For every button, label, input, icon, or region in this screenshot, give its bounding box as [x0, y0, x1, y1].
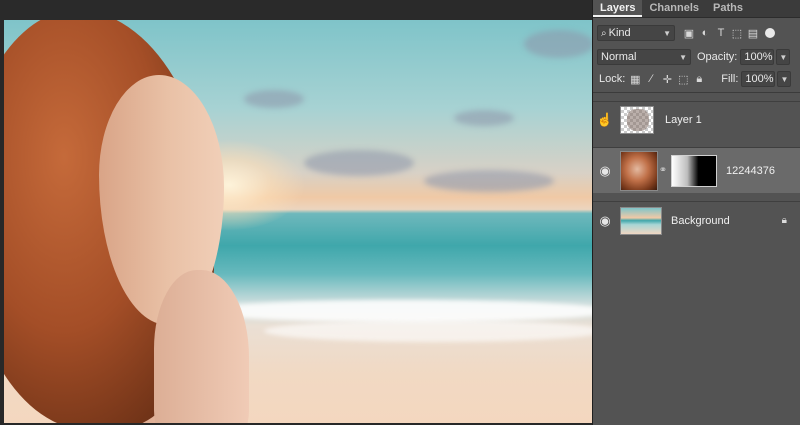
lock-image-pixels-icon[interactable]: ∕ [643, 73, 659, 85]
lock-position-icon[interactable]: ✛ [659, 73, 675, 86]
tab-layers[interactable]: Layers [593, 0, 643, 17]
opacity-label: Opacity: [697, 51, 738, 63]
image-filter-icon[interactable]: ▣ [681, 27, 697, 40]
artboard-nesting-icon[interactable]: ⬚ [675, 73, 691, 86]
panel-tabs: Layers Channels Paths [593, 0, 800, 18]
cloud [244, 90, 304, 108]
chevron-down-icon: ▼ [779, 52, 788, 62]
canvas-area[interactable] [0, 0, 592, 425]
type-filter-icon[interactable]: T [713, 27, 729, 39]
chevron-down-icon: ▼ [780, 74, 789, 84]
adjustment-filter-icon[interactable]: ◐ [697, 27, 713, 39]
lock-icon: 🔒︎ [781, 215, 787, 226]
layer-name[interactable]: Layer 1 [665, 114, 702, 126]
filter-row: ⌕ Kind ▼ ▣ ◐ T ⬚ ▤ [593, 22, 800, 44]
chevron-down-icon: ▼ [679, 52, 687, 62]
lock-label: Lock: [599, 73, 626, 85]
cloud [524, 30, 592, 58]
opacity-dropdown-button[interactable]: ▼ [776, 49, 791, 65]
tab-channels[interactable]: Channels [642, 0, 706, 17]
blend-row: Normal ▼ Opacity: 100% ▼ [593, 46, 800, 68]
panel-divider [593, 92, 800, 93]
search-icon: ⌕ [601, 27, 607, 39]
layer-row-background[interactable]: ◉ Background 🔒︎ [593, 201, 800, 239]
fill-input[interactable]: 100% [741, 71, 776, 87]
eye-icon[interactable]: ◉ [593, 213, 617, 229]
cloud [454, 110, 514, 126]
shape-filter-icon[interactable]: ⬚ [729, 27, 745, 40]
link-chain-icon[interactable]: ⚭ [658, 165, 668, 176]
layer-row-12244376[interactable]: ◉ ⚭ 12244376 [593, 147, 800, 193]
filter-kind-select[interactable]: ⌕ Kind ▼ [597, 25, 675, 41]
tab-paths[interactable]: Paths [706, 0, 750, 17]
fill-value: 100% [745, 73, 774, 85]
layers-panel: Layers Channels Paths ⌕ Kind ▼ ▣ ◐ T ⬚ ▤… [592, 0, 800, 425]
blend-mode-value: Normal [601, 51, 637, 63]
chevron-down-icon: ▼ [663, 28, 671, 38]
layer-thumbnail[interactable] [620, 206, 662, 235]
layer-thumbnail[interactable] [620, 150, 658, 191]
document-image[interactable] [4, 20, 592, 423]
figure-hand [154, 270, 249, 423]
layer-thumbnail[interactable] [620, 106, 654, 134]
layer-name[interactable]: Background [671, 215, 730, 227]
filter-kind-value: Kind [608, 27, 631, 39]
fill-dropdown-button[interactable]: ▼ [777, 71, 792, 87]
eye-icon[interactable]: ◉ [593, 163, 617, 179]
canvas-top-strip [0, 0, 592, 20]
wave-foam [264, 320, 592, 342]
layer-mask-thumbnail[interactable] [671, 154, 717, 187]
smart-object-filter-icon[interactable]: ▤ [745, 27, 761, 40]
layer-name[interactable]: 12244376 [726, 165, 775, 177]
opacity-value: 100% [744, 51, 773, 63]
lock-all-icon[interactable]: 🔒︎ [691, 73, 707, 86]
layer-row-layer-1[interactable]: ☝ Layer 1 [593, 101, 800, 138]
cloud [304, 150, 414, 176]
filter-toggle[interactable] [765, 28, 775, 38]
opacity-input[interactable]: 100% [740, 49, 775, 65]
blend-mode-select[interactable]: Normal ▼ [597, 49, 691, 65]
hand-cursor-icon[interactable]: ☝ [593, 112, 617, 128]
wave-foam [194, 300, 592, 322]
lock-transparency-icon[interactable]: ▦ [627, 73, 643, 86]
fill-label: Fill: [721, 73, 739, 85]
cloud [424, 170, 554, 192]
lock-row: Lock: ▦ ∕ ✛ ⬚ 🔒︎ Fill: 100% ▼ [593, 68, 800, 90]
